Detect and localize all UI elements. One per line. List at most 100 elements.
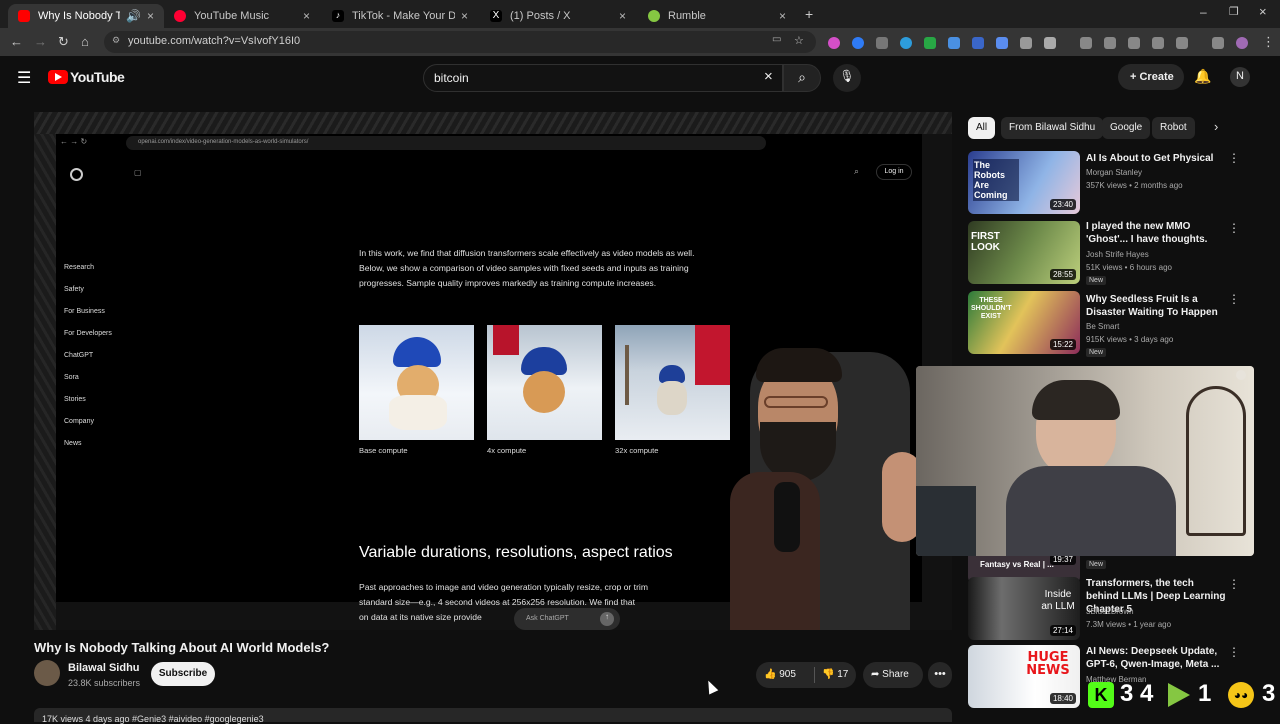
extension-icon[interactable]	[876, 37, 888, 49]
search-icon: ⌕	[798, 69, 806, 85]
rec-title-3[interactable]: Why Seedless Fruit Is a Disaster Waiting…	[1086, 293, 1226, 319]
rec-channel-3[interactable]: Be Smart	[1086, 320, 1119, 333]
extensions-puzzle-icon[interactable]	[1044, 37, 1056, 49]
reading-list-icon[interactable]	[1152, 37, 1164, 49]
extension-icon[interactable]	[924, 37, 936, 49]
search-button[interactable]: ⌕	[783, 64, 821, 92]
channel-name[interactable]: Bilawal Sidhu	[68, 662, 140, 674]
rec-channel-4[interactable]: 3Blue1Brown	[1086, 605, 1134, 618]
extension-icon[interactable]	[1020, 37, 1032, 49]
extension-icon[interactable]	[900, 37, 912, 49]
openai-nav-safety: Safety	[64, 286, 84, 293]
rec-meta-3: 915K views • 3 days ago	[1086, 335, 1174, 344]
viewer-mask-icon: ◕◕	[1228, 682, 1254, 708]
rec-title-5[interactable]: AI News: Deepseek Update, GPT-6, Qwen-Im…	[1086, 645, 1226, 671]
search-input[interactable]: bitcoin ×	[423, 64, 783, 92]
rec-thumbnail-5[interactable]: HUGE NEWS 18:40	[968, 645, 1080, 708]
more-actions-button[interactable]: •••	[928, 662, 952, 688]
profile-avatar-icon[interactable]	[1236, 37, 1248, 49]
rec-channel-2[interactable]: Josh Strife Hayes	[1086, 248, 1149, 261]
extension-icon[interactable]	[948, 37, 960, 49]
rec-menu-icon[interactable]: ⋮	[1228, 221, 1240, 235]
voice-search-button[interactable]: 🎙	[833, 64, 861, 92]
like-button[interactable]: 👍 905	[756, 662, 814, 688]
extension-icon[interactable]	[972, 37, 984, 49]
youtube-header: ☰ YouTube bitcoin × ⌕ 🎙 + Create 🔔 N	[0, 56, 1280, 100]
clear-search-icon[interactable]: ×	[764, 68, 773, 85]
tab-tiktok[interactable]: ♪ TikTok - Make Your Day ×	[322, 4, 478, 28]
browser-menu-icon[interactable]: ⋮	[1262, 34, 1275, 50]
cast-icon[interactable]: ▭	[772, 34, 781, 45]
channel-avatar[interactable]	[34, 660, 60, 686]
rec-thumbnail-1[interactable]: The Robots Are Coming 23:40	[968, 151, 1080, 214]
youtube-logo-icon[interactable]	[48, 70, 68, 84]
forward-icon[interactable]: →	[34, 34, 47, 49]
video-player[interactable]: ← → ↻ openai.com/index/video-generation-…	[34, 112, 952, 630]
chip-robot[interactable]: Robot	[1152, 117, 1195, 139]
minimize-icon[interactable]: –	[1200, 5, 1207, 19]
rec-menu-icon[interactable]: ⋮	[1228, 151, 1240, 165]
window-close-icon[interactable]: ×	[1259, 4, 1267, 19]
chip-from-channel[interactable]: From Bilawal Sidhu	[1001, 117, 1104, 139]
rec-title-2[interactable]: I played the new MMO 'Ghost'... I have t…	[1086, 220, 1226, 246]
close-tab-icon[interactable]: ×	[461, 9, 468, 23]
openai-logo-icon	[70, 168, 83, 181]
chip-google[interactable]: Google	[1102, 117, 1151, 139]
address-bar[interactable]: ⚙ youtube.com/watch?v=VsIvofY16I0 ▭ ☆	[104, 31, 816, 53]
rec-thumbnail-3[interactable]: THESE SHOULDN'T EXIST 15:22	[968, 291, 1080, 354]
extension-icon[interactable]	[996, 37, 1008, 49]
rec-channel-1[interactable]: Morgan Stanley	[1086, 166, 1142, 179]
rec-menu-icon[interactable]: ⋮	[1228, 292, 1240, 306]
extension-icon[interactable]	[1104, 37, 1116, 49]
tab-youtube-music[interactable]: YouTube Music ×	[164, 4, 320, 28]
dog-sample-4x	[487, 325, 602, 440]
tab-rumble[interactable]: Rumble ×	[638, 4, 796, 28]
history-icon[interactable]	[1080, 37, 1092, 49]
rec-menu-icon[interactable]: ⋮	[1228, 577, 1240, 591]
account-avatar[interactable]: N	[1230, 67, 1250, 87]
chip-all[interactable]: All	[968, 117, 996, 139]
rec-menu-icon[interactable]: ⋮	[1228, 645, 1240, 659]
extension-icon[interactable]	[1212, 37, 1224, 49]
notifications-bell-icon[interactable]: 🔔	[1194, 68, 1211, 85]
site-info-icon[interactable]: ⚙	[112, 35, 120, 46]
rec-title-1[interactable]: AI Is About to Get Physical	[1086, 152, 1226, 165]
chevron-right-icon[interactable]: ›	[1214, 119, 1218, 134]
tab-youtube-video[interactable]: Why Is Nobody Talking Ab 🔊 ×	[8, 4, 164, 28]
new-tab-icon[interactable]: +	[805, 6, 813, 22]
youtube-logo-text[interactable]: YouTube	[70, 69, 125, 85]
kick-logo-icon: K	[1088, 682, 1114, 708]
share-button[interactable]: ➦ Share	[863, 662, 923, 688]
youtube-favicon-icon	[18, 10, 30, 22]
expand-arrow-icon[interactable]	[1236, 370, 1246, 380]
speaker-icon[interactable]: 🔊	[126, 9, 141, 23]
bookmark-star-icon[interactable]: ☆	[794, 34, 804, 47]
topo-pattern-background	[34, 112, 952, 134]
sidepanel-icon[interactable]	[1176, 37, 1188, 49]
rumble-logo-icon	[1168, 683, 1190, 707]
dislike-button[interactable]: 👎 17	[816, 662, 856, 688]
devtools-icon[interactable]	[1128, 37, 1140, 49]
subscribe-button[interactable]: Subscribe	[151, 662, 215, 686]
thumbs-down-icon: 👎	[822, 669, 838, 680]
inner-back-icon: ← → ↻	[60, 137, 88, 146]
tab-x-posts[interactable]: X (1) Posts / X ×	[480, 4, 636, 28]
chair-image	[1186, 386, 1246, 536]
create-button[interactable]: + Create	[1118, 64, 1184, 90]
hamburger-menu-icon[interactable]: ☰	[17, 68, 31, 88]
dog-sample-base	[359, 325, 474, 440]
intro-paragraph: In this work, we find that diffusion tra…	[359, 248, 695, 288]
extension-icon[interactable]	[828, 37, 840, 49]
home-icon[interactable]: ⌂	[81, 34, 89, 49]
rec-thumbnail-4[interactable]: Inside an LLM 27:14	[968, 577, 1080, 640]
close-tab-icon[interactable]: ×	[303, 9, 310, 23]
tiktok-favicon-icon: ♪	[332, 10, 344, 22]
rec-thumbnail-2[interactable]: FIRST LOOK 28:55	[968, 221, 1080, 284]
close-tab-icon[interactable]: ×	[147, 9, 154, 23]
back-icon[interactable]: ←	[10, 34, 23, 49]
restore-icon[interactable]: ❐	[1229, 5, 1239, 18]
extension-icon[interactable]	[852, 37, 864, 49]
reload-icon[interactable]: ↻	[58, 34, 69, 50]
close-tab-icon[interactable]: ×	[619, 9, 626, 23]
close-tab-icon[interactable]: ×	[779, 9, 786, 23]
